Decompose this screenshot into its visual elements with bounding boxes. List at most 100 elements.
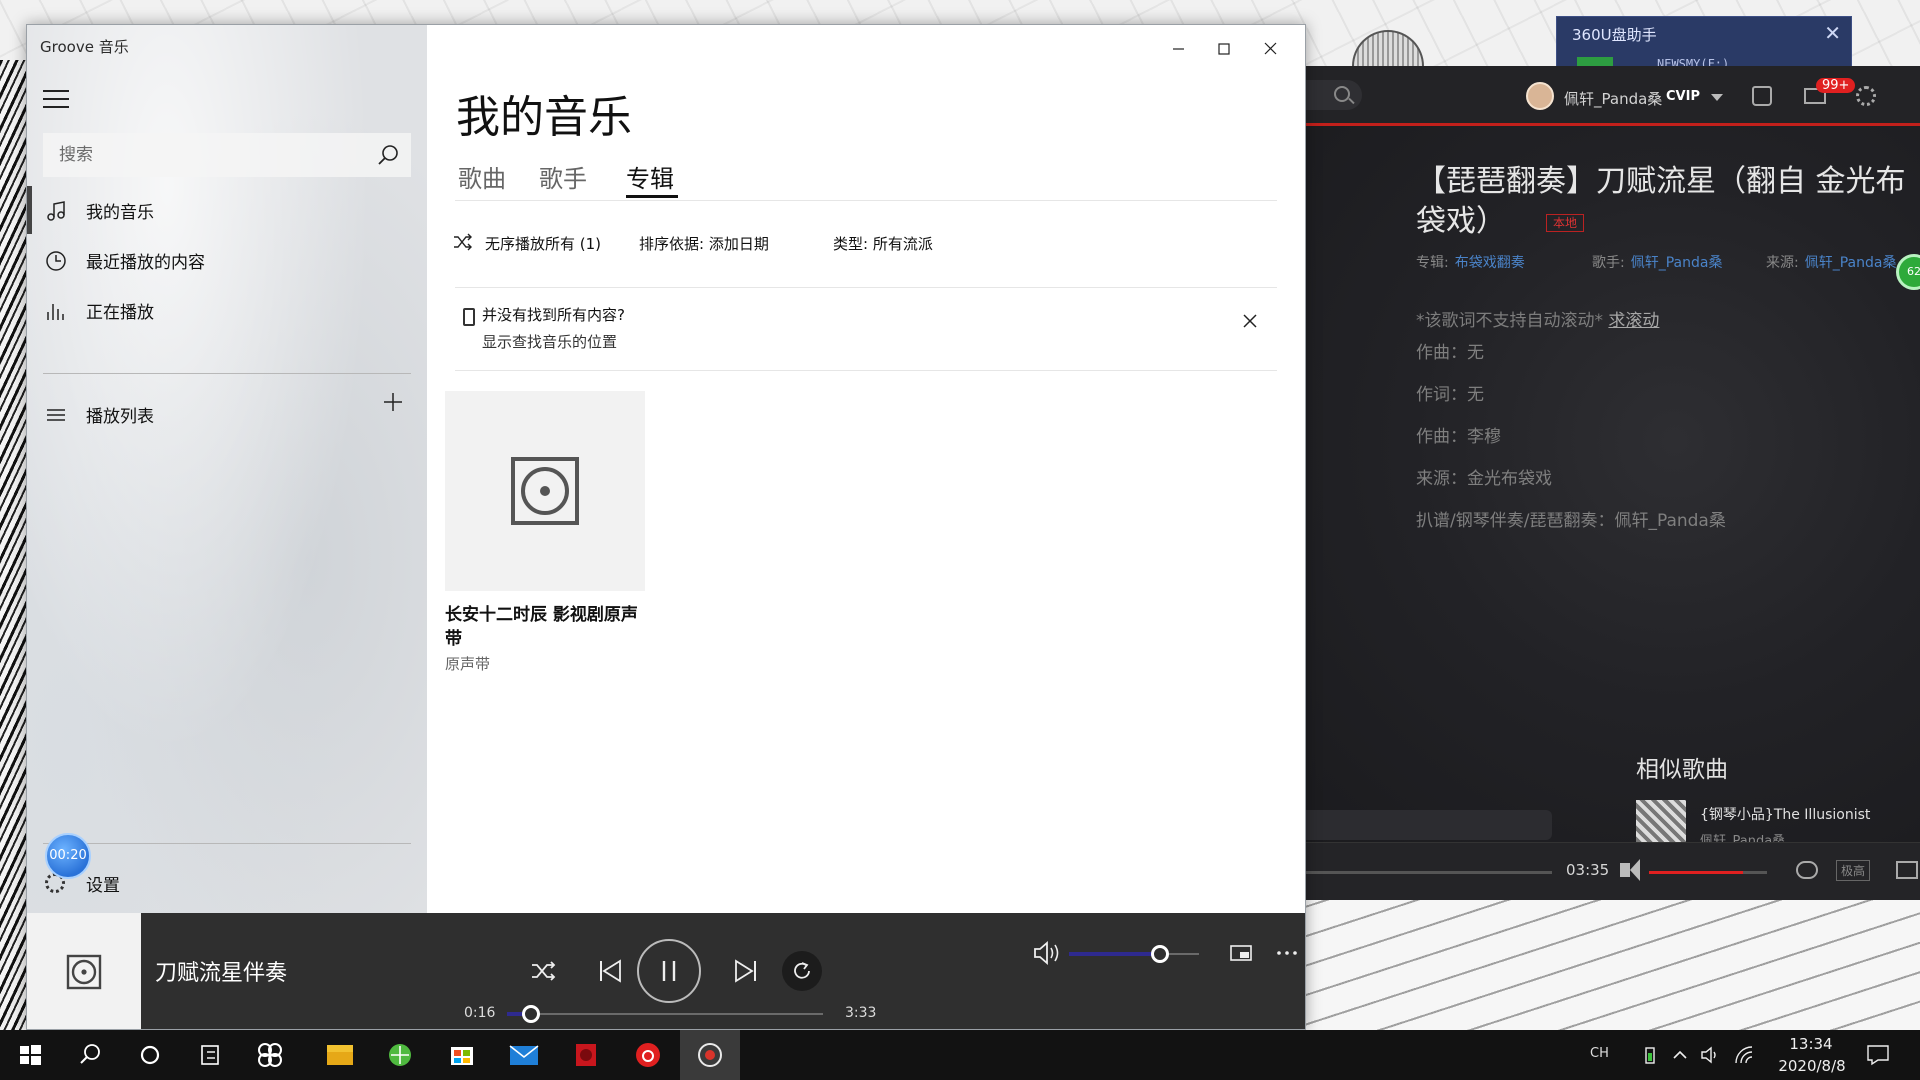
seek-slider[interactable] [507,1005,823,1023]
netease-username[interactable]: 佩轩_Panda桑 [1564,88,1662,109]
missing-content-notice: 并没有找到所有内容? 显示查找音乐的位置 [455,287,1277,371]
timer-badge[interactable]: 00:20 [45,833,91,879]
gear-icon[interactable] [1856,86,1876,106]
360-browser-icon[interactable] [370,1030,430,1080]
artist-link[interactable]: 佩轩_Panda桑 [1631,255,1723,271]
now-playing-title[interactable]: 刀赋流星伴奏 [155,955,287,987]
album-card[interactable]: 长安十二时辰 影视剧原声带 原声带 [445,391,645,691]
sidebar-item-recent[interactable]: 最近播放的内容 [27,236,427,284]
netease-search-box[interactable] [1306,80,1362,110]
wifi-icon[interactable] [1734,1045,1756,1065]
close-icon[interactable] [1239,310,1261,332]
volume-icon[interactable] [1029,935,1065,971]
volume-slider[interactable] [1069,945,1199,963]
pinwheel-app-icon[interactable] [240,1030,300,1080]
taskbar: CH 13:34 2020/8/8 [0,1030,1920,1080]
album-link[interactable]: 布袋戏翻奏 [1455,255,1525,271]
netease-music-icon[interactable] [618,1030,678,1080]
show-music-locations-link[interactable]: 显示查找音乐的位置 [482,331,617,352]
similar-songs-heading: 相似歌曲 [1636,757,1728,783]
comment-input[interactable] [1306,810,1552,840]
search-input[interactable] [43,133,363,177]
battery-icon[interactable] [1640,1045,1660,1065]
repeat-button[interactable] [782,951,822,991]
volume-icon[interactable] [1700,1045,1722,1065]
music-note-icon [47,201,65,221]
vip-badge[interactable]: CVIP [1666,89,1700,104]
shuffle-button[interactable] [525,953,561,989]
divider [43,373,411,374]
volume-thumb[interactable] [1151,945,1169,963]
maximize-button[interactable] [1201,35,1247,63]
search-icon[interactable] [1334,86,1350,102]
sidebar-item-now-playing[interactable]: 正在播放 [27,286,427,334]
add-playlist-button[interactable] [383,392,403,412]
netease-volume-slider[interactable] [1649,871,1767,874]
album-art[interactable] [445,391,645,591]
lyric-line: 作曲：无 [1416,343,1484,363]
skin-icon[interactable] [1752,86,1772,106]
notification-center-icon[interactable] [1866,1044,1890,1066]
netease-volume-fill [1649,871,1743,874]
file-explorer-icon[interactable] [310,1030,370,1080]
netease-progress-bar[interactable] [1306,871,1552,874]
pause-button[interactable] [637,939,701,1003]
lyric-note: *该歌词不支持自动滚动* 求滚动 [1416,306,1659,331]
groove-music-icon[interactable] [680,1030,740,1080]
sidebar-item-my-music[interactable]: 我的音乐 [27,186,427,234]
clock-date[interactable]: 2020/8/8 [1770,1057,1854,1075]
lyric-line: 作词：无 [1416,385,1484,405]
previous-button[interactable] [592,953,628,989]
tab-songs[interactable]: 歌曲 [458,159,506,194]
netease-song-title: 【琵琶翻奏】刀赋流星（翻自 金光布袋戏） 本地 [1416,162,1916,242]
playlist-icon[interactable] [1896,861,1918,879]
tab-artists[interactable]: 歌手 [539,159,587,194]
hamburger-menu-icon[interactable] [43,89,69,109]
search-icon[interactable] [60,1030,120,1080]
chevron-down-icon[interactable] [1711,94,1723,101]
search-icon[interactable] [377,144,399,166]
netease-playbar: 03:35 极高 [1306,842,1920,900]
store-icon[interactable] [432,1030,492,1080]
task-view-icon[interactable] [180,1030,240,1080]
divider [43,843,411,844]
input-language[interactable]: CH [1590,1046,1609,1061]
clock-time[interactable]: 13:34 [1776,1035,1846,1053]
usb-helper-title: 360U盘助手 [1572,26,1657,44]
start-button[interactable] [0,1030,60,1080]
avatar[interactable] [1526,82,1554,110]
source-link[interactable]: 佩轩_Panda桑 [1805,255,1897,271]
tab-albums[interactable]: 专辑 [626,159,674,194]
phone-icon [463,308,475,326]
mini-view-button[interactable] [1223,935,1259,971]
close-button[interactable] [1247,35,1293,63]
clock-icon [46,251,66,271]
lyric-line: 作曲：李穆 [1416,427,1501,447]
similar-song-thumbnail[interactable] [1636,800,1686,842]
next-button[interactable] [728,953,764,989]
album-title[interactable]: 长安十二时辰 影视剧原声带 [445,603,645,651]
request-scroll-link[interactable]: 求滚动 [1608,311,1659,331]
sidebar-item-playlists[interactable]: 播放列表 [27,390,427,438]
mail-icon[interactable] [494,1030,554,1080]
similar-song-title[interactable]: {钢琴小品}The Illusionist [1700,804,1870,824]
red-app-icon[interactable] [556,1030,616,1080]
chevron-up-icon[interactable] [1670,1045,1690,1065]
minimize-button[interactable] [1155,35,1201,63]
wallpaper-art-bottom [1306,900,1920,1030]
cortana-icon[interactable] [120,1030,180,1080]
seek-thumb[interactable] [522,1005,540,1023]
close-icon[interactable]: ✕ [1824,21,1841,45]
volume-icon[interactable] [1620,863,1630,877]
pause-icon [662,961,676,981]
loop-icon[interactable] [1796,861,1818,879]
genre-filter-dropdown[interactable]: 类型: 所有流派 [833,233,933,254]
album-placeholder-icon [66,954,102,990]
sidebar-item-label: 正在播放 [86,303,154,323]
more-options-icon[interactable] [1269,935,1305,971]
sort-by-dropdown[interactable]: 排序依据: 添加日期 [639,233,769,254]
now-playing-art[interactable] [27,913,141,1029]
notice-question: 并没有找到所有内容? [482,306,625,324]
shuffle-all-label: 无序播放所有 (1) [485,235,602,253]
quality-button[interactable]: 极高 [1836,860,1871,881]
